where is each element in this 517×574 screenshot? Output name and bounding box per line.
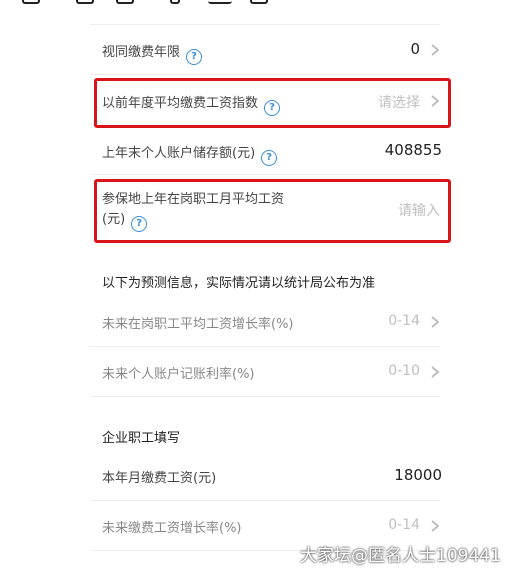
top-toolbar [0, 0, 517, 10]
help-circle-icon[interactable]: ? [261, 150, 278, 166]
divider [90, 500, 440, 501]
input-placeholder[interactable]: 请输入 [398, 200, 440, 220]
chevron-right-icon [431, 316, 440, 328]
toolbar-icon[interactable] [208, 0, 232, 4]
divider [90, 74, 440, 75]
row-account-balance[interactable]: 上年末个人账户储存额(元)? 408855 [102, 141, 442, 166]
watermark: 大家坛@匿名人士109441 [300, 546, 501, 566]
row-prior-wage-index[interactable]: 以前年度平均缴费工资指数? 请选择 [102, 91, 442, 116]
row-future-wage-growth[interactable]: 未来缴费工资增长率(%) 0-14 [102, 516, 442, 536]
toolbar-icon[interactable] [76, 0, 94, 4]
chevron-right-icon [431, 44, 440, 56]
divider [90, 174, 440, 175]
divider [90, 24, 440, 25]
divider [90, 346, 440, 347]
chevron-right-icon [431, 520, 440, 532]
row-monthly-wage[interactable]: 本年月缴费工资(元) 18000 [102, 466, 442, 486]
divider [90, 396, 440, 397]
help-circle-icon[interactable]: ? [186, 49, 203, 65]
row-label: 未来在岗职工平均工资增长率(%) [102, 317, 294, 332]
row-account-rate[interactable]: 未来个人账户记账利率(%) 0-10 [102, 362, 442, 382]
row-value: 18000 [394, 466, 442, 484]
toolbar-icon[interactable] [22, 0, 40, 4]
input-placeholder[interactable]: 0-10 [388, 363, 420, 379]
row-label: 视同缴费年限? [102, 41, 203, 65]
forecast-heading: 以下为预测信息，实际情况请以统计局公布为准 [102, 276, 376, 291]
row-value: 408855 [384, 141, 442, 159]
input-placeholder[interactable]: 0-14 [388, 313, 420, 329]
input-placeholder[interactable]: 0-14 [388, 517, 420, 533]
help-circle-icon[interactable]: ? [131, 216, 148, 232]
row-contribution-years[interactable]: 视同缴费年限? 0 [102, 40, 442, 65]
toolbar-icon[interactable] [250, 0, 268, 4]
toolbar-icon[interactable] [170, 0, 180, 4]
row-label: 本年月缴费工资(元) [102, 471, 217, 486]
row-value: 0 [410, 40, 420, 58]
enterprise-heading: 企业职工填写 [102, 431, 181, 446]
select-placeholder[interactable]: 请选择 [378, 92, 420, 112]
row-label: 上年末个人账户储存额(元)? [102, 142, 278, 166]
toolbar-icon[interactable] [116, 0, 134, 4]
chevron-right-icon [431, 95, 440, 107]
row-label: 参保地上年在岗职工月平均工资 (元)? [102, 190, 302, 232]
row-local-avg-wage[interactable]: 参保地上年在岗职工月平均工资 (元)? 请输入 [102, 190, 442, 232]
row-label: 未来个人账户记账利率(%) [102, 367, 255, 382]
row-label: 以前年度平均缴费工资指数? [102, 92, 281, 116]
chevron-right-icon [431, 366, 440, 378]
row-wage-growth[interactable]: 未来在岗职工平均工资增长率(%) 0-14 [102, 312, 442, 332]
help-circle-icon[interactable]: ? [264, 100, 281, 116]
row-label: 未来缴费工资增长率(%) [102, 521, 242, 536]
